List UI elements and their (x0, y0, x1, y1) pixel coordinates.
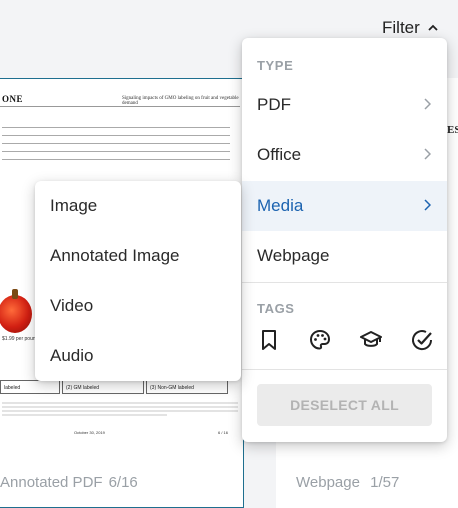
filter-menu: TYPE PDF Office Media Webpage TAGS DESEL… (242, 38, 447, 442)
document-date: October 30, 2019 (74, 430, 105, 435)
divider (0, 106, 240, 107)
graduation-cap-icon[interactable] (359, 328, 383, 352)
type-section-title: TYPE (257, 58, 294, 73)
type-item-office[interactable]: Office (242, 130, 447, 180)
document-table-preview (2, 120, 230, 167)
price-caption: $1.99 per pound (2, 336, 39, 342)
palette-icon[interactable] (308, 328, 332, 352)
tag-filter-row (257, 328, 434, 352)
card-type-label: Webpage (296, 474, 360, 491)
document-heading: ESE (447, 124, 458, 136)
bookmark-icon[interactable] (257, 328, 281, 352)
card-page-count: 1/57 (370, 474, 400, 491)
type-item-label: Media (257, 196, 304, 215)
type-item-label: PDF (257, 95, 291, 114)
card-caption-right: Webpage 1/57 (296, 474, 399, 491)
media-submenu: Image Annotated Image Video Audio (35, 181, 241, 381)
label-boxes: labeled (2) GM labeled (3) Non-GM labele… (0, 380, 240, 396)
box-label: (2) GM labeled (62, 380, 144, 394)
card-type-label: Annotated PDF (0, 474, 103, 491)
chevron-right-icon (424, 199, 431, 211)
document-body-preview (2, 400, 238, 418)
submenu-item-image[interactable]: Image (35, 181, 241, 231)
deselect-all-button[interactable]: DESELECT ALL (257, 384, 432, 426)
card-page-count: 6/16 (108, 474, 138, 491)
journal-logo: ONE (2, 94, 24, 104)
menu-divider (242, 282, 447, 283)
box-label: (3) Non-GM labeled (146, 380, 228, 394)
chevron-right-icon (424, 98, 431, 110)
chevron-right-icon (424, 148, 431, 160)
type-item-label: Office (257, 145, 302, 164)
card-caption-left: Annotated PDF 6/16 (0, 474, 138, 491)
type-item-label: Webpage (257, 246, 330, 265)
check-circle-icon[interactable] (410, 328, 434, 352)
document-title: Signaling impacts of GMO labeling on fru… (122, 96, 239, 106)
menu-divider (242, 369, 447, 370)
submenu-item-annotated-image[interactable]: Annotated Image (35, 231, 241, 281)
type-item-media[interactable]: Media (242, 181, 447, 231)
submenu-item-audio[interactable]: Audio (35, 331, 241, 381)
type-item-pdf[interactable]: PDF (242, 80, 447, 130)
filter-label: Filter (382, 18, 420, 37)
submenu-item-video[interactable]: Video (35, 281, 241, 331)
tags-section-title: TAGS (257, 301, 295, 316)
box-label: labeled (0, 380, 60, 394)
type-item-webpage[interactable]: Webpage (242, 231, 447, 281)
document-page: 6 / 16 (218, 430, 229, 435)
chevron-up-icon (428, 24, 438, 31)
filter-toggle[interactable]: Filter (382, 18, 438, 38)
